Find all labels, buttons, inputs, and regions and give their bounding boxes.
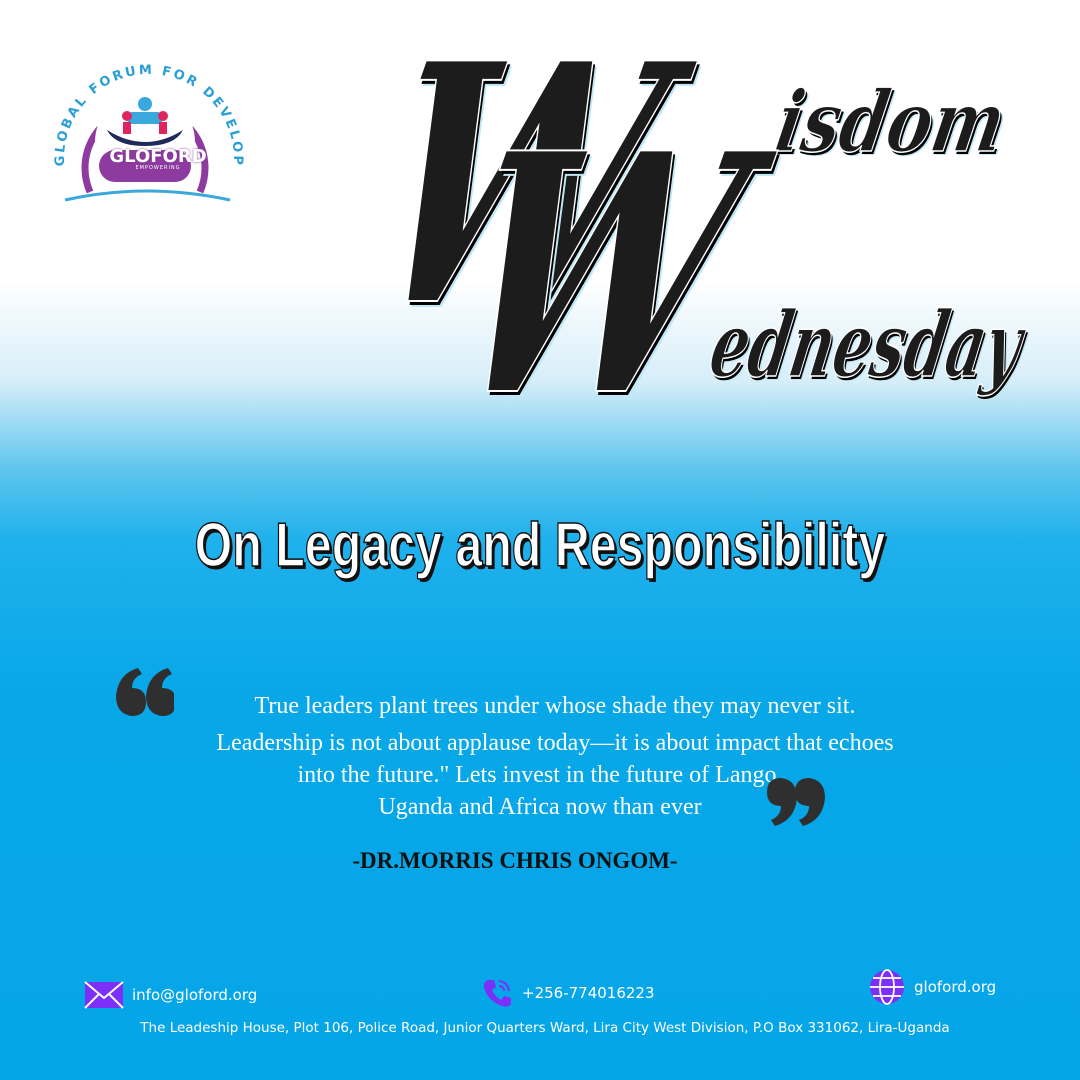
email-text: info@gloford.org [132,986,258,1004]
subtitle: On Legacy and Responsibility [194,510,886,581]
website-text: gloford.org [914,978,997,996]
heading-wednesday-rest: ednesday [702,291,1030,398]
phone-text: +256-774016223 [522,984,655,1002]
email-contact[interactable]: info@gloford.org [84,980,257,1010]
quote-line-4: Uganda and Africa now than ever [378,794,702,820]
globe-icon [870,969,904,1005]
heading-wisdom-rest: isdom [768,71,1013,171]
phone-icon [483,980,511,1007]
logo-tagline: EMPOWERING [135,165,181,171]
poster: GLOBAL FORUM FOR DEVELOPMENT GLOFORD EMP… [0,0,1080,1080]
envelope-icon [84,981,124,1009]
postal-address: The Leadeship House, Plot 106, Police Ro… [140,1020,950,1036]
gloford-logo: GLOBAL FORUM FOR DEVELOPMENT GLOFORD EMP… [27,31,250,217]
quote-author: -DR.MORRIS CHRIS ONGOM- [352,848,678,873]
quote-line-1: True leaders plant trees under whose sha… [254,693,856,719]
logo-emblem-icon: GLOBAL FORUM FOR DEVELOPMENT [27,31,243,202]
quote-line-2: Leadership is not about applause today—i… [216,730,894,756]
quote-line-3: into the future." Lets invest in the fut… [297,762,783,788]
close-quote-icon [767,778,825,826]
website-contact[interactable]: gloford.org [868,968,996,1006]
logo-name: GLOFORD [109,146,207,167]
phone-contact[interactable]: +256-774016223 [480,976,655,1010]
